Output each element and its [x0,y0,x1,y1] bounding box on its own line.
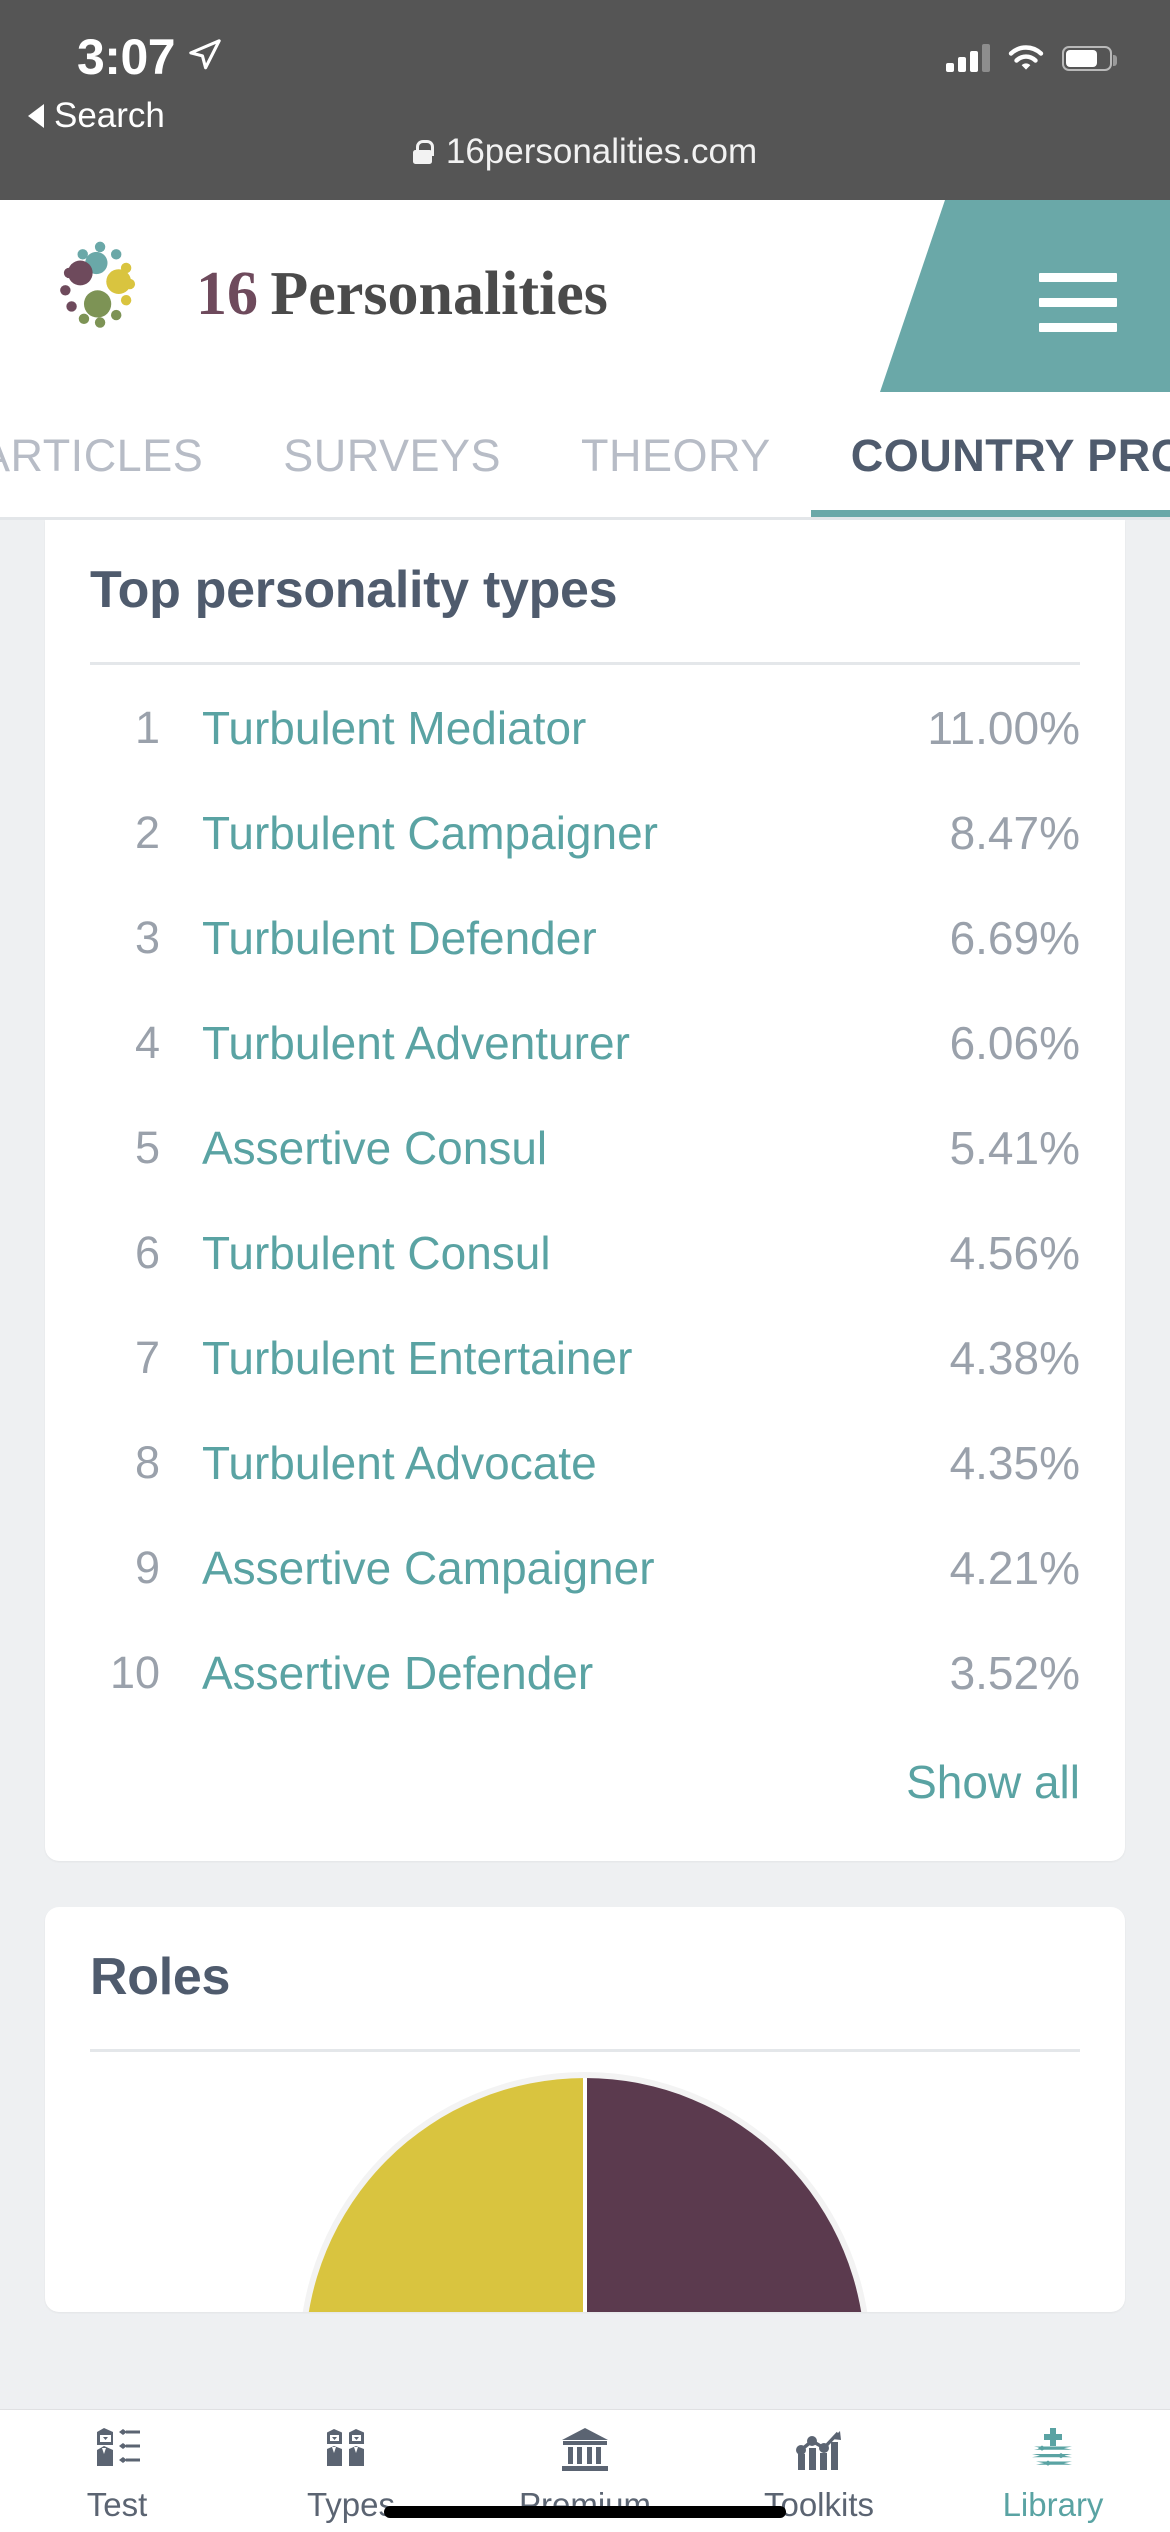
home-indicator[interactable] [384,2506,786,2518]
premium-bank-icon [556,2418,614,2480]
percentage: 4.38% [949,1331,1080,1384]
type-link[interactable]: Assertive Defender [160,1646,950,1700]
library-sliders-icon [1024,2418,1082,2480]
roles-title: Roles [90,1948,231,2006]
table-row[interactable]: 4 Turbulent Adventurer 6.06% [90,990,1080,1095]
16personalities-dots-logo [60,241,136,328]
back-to-search-button[interactable]: Search [28,96,165,136]
rank: 3 [134,911,160,963]
brand-wordmark: 16 Personalities [196,263,608,325]
roles-pie-chart[interactable] [305,2078,865,2312]
tab-articles-label: ARTICLES [0,430,204,481]
type-link[interactable]: Assertive Consul [160,1121,950,1175]
percentage: 4.21% [949,1541,1080,1594]
tab-test[interactable]: Test [0,2410,234,2524]
table-row[interactable]: 3 Turbulent Defender 6.69% [90,885,1080,990]
tab-country-profiles-label: COUNTRY PROFILES [850,430,1170,481]
rank: 5 [134,1121,160,1173]
rank: 8 [134,1436,160,1488]
percentage: 8.47% [949,806,1080,859]
type-link[interactable]: Turbulent Campaigner [160,806,950,860]
rank: 6 [134,1226,160,1278]
phone-screen: 3:07 Search 16personalities.com 16 Perso… [0,0,1170,2532]
section-tabs[interactable]: ARTICLES SURVEYS THEORY COUNTRY PROFILES [0,392,1170,520]
percentage: 4.56% [949,1226,1080,1279]
tab-theory[interactable]: THEORY [541,392,811,520]
rank: 10 [109,1646,160,1698]
tab-toolkits-label: Toolkits [763,2486,875,2523]
ios-status-bar: 3:07 Search 16personalities.com [0,0,1170,200]
rank: 2 [134,806,160,858]
table-row[interactable]: 8 Turbulent Advocate 4.35% [90,1410,1080,1515]
rank: 4 [134,1016,160,1068]
toolkits-bar-chart-icon [790,2418,848,2480]
percentage: 3.52% [949,1646,1080,1699]
brand-name: Personalities [270,260,608,328]
brand-prefix: 16 [196,260,258,328]
tab-theory-label: THEORY [581,430,771,481]
table-row[interactable]: 1 Turbulent Mediator 11.00% [90,675,1080,780]
brand-logo-link[interactable]: 16 Personalities [48,232,608,356]
type-link[interactable]: Turbulent Entertainer [160,1331,950,1385]
percentage: 4.35% [949,1436,1080,1489]
top-types-title: Top personality types [90,561,618,619]
url-text: 16personalities.com [445,132,758,171]
address-bar[interactable]: 16personalities.com [0,132,1170,172]
table-row[interactable]: 10 Assertive Defender 3.52% [90,1620,1080,1725]
tab-country-profiles[interactable]: COUNTRY PROFILES [810,392,1170,520]
percentage: 6.69% [949,911,1080,964]
percentage: 6.06% [949,1016,1080,1069]
type-link[interactable]: Turbulent Defender [160,911,950,965]
wifi-icon [1008,45,1044,70]
status-bar-clock: 3:07 [77,29,176,85]
tab-surveys[interactable]: SURVEYS [243,392,541,520]
type-link[interactable]: Turbulent Consul [160,1226,950,1280]
table-row[interactable]: 9 Assertive Campaigner 4.21% [90,1515,1080,1620]
test-person-checklist-icon [88,2418,146,2480]
table-row[interactable]: 2 Turbulent Campaigner 8.47% [90,780,1080,885]
tab-articles[interactable]: ARTICLES [0,392,243,520]
menu-button-background [880,200,1170,392]
type-link[interactable]: Assertive Campaigner [160,1541,950,1595]
table-row[interactable]: 5 Assertive Consul 5.41% [90,1095,1080,1200]
tab-surveys-label: SURVEYS [283,430,502,481]
lock-icon [412,140,435,164]
tab-library[interactable]: Library [936,2410,1170,2524]
personality-types-list: 1 Turbulent Mediator 11.00% 2 Turbulent … [45,665,1125,1725]
top-personality-types-card: Top personality types 1 Turbulent Mediat… [45,520,1125,1861]
show-all-link[interactable]: Show all [45,1725,1125,1861]
rank: 9 [134,1541,160,1593]
site-header: 16 Personalities [0,200,1170,392]
table-row[interactable]: 7 Turbulent Entertainer 4.38% [90,1305,1080,1410]
percentage: 11.00% [927,701,1080,754]
status-bar-indicators [946,44,1117,72]
type-link[interactable]: Turbulent Adventurer [160,1016,950,1070]
rank: 7 [134,1331,160,1383]
type-link[interactable]: Turbulent Advocate [160,1436,950,1490]
rank: 1 [134,701,160,753]
back-triangle-icon [28,104,44,128]
page-content[interactable]: Top personality types 1 Turbulent Mediat… [0,520,1170,2410]
tab-library-label: Library [1002,2486,1104,2523]
roles-chart-area [45,2052,1125,2312]
percentage: 5.41% [949,1121,1080,1174]
cellular-signal-icon [946,44,990,72]
roles-card: Roles [45,1907,1125,2312]
hamburger-menu-icon[interactable] [1039,273,1117,332]
battery-icon [1062,45,1117,71]
type-link[interactable]: Turbulent Mediator [160,701,927,755]
tab-premium-label: Premium [518,2486,652,2523]
types-two-people-icon [322,2418,380,2480]
location-arrow-icon [189,39,221,70]
tab-types-label: Types [306,2486,396,2523]
tab-test-label: Test [86,2486,148,2523]
table-row[interactable]: 6 Turbulent Consul 4.56% [90,1200,1080,1305]
back-label: Search [54,96,165,135]
